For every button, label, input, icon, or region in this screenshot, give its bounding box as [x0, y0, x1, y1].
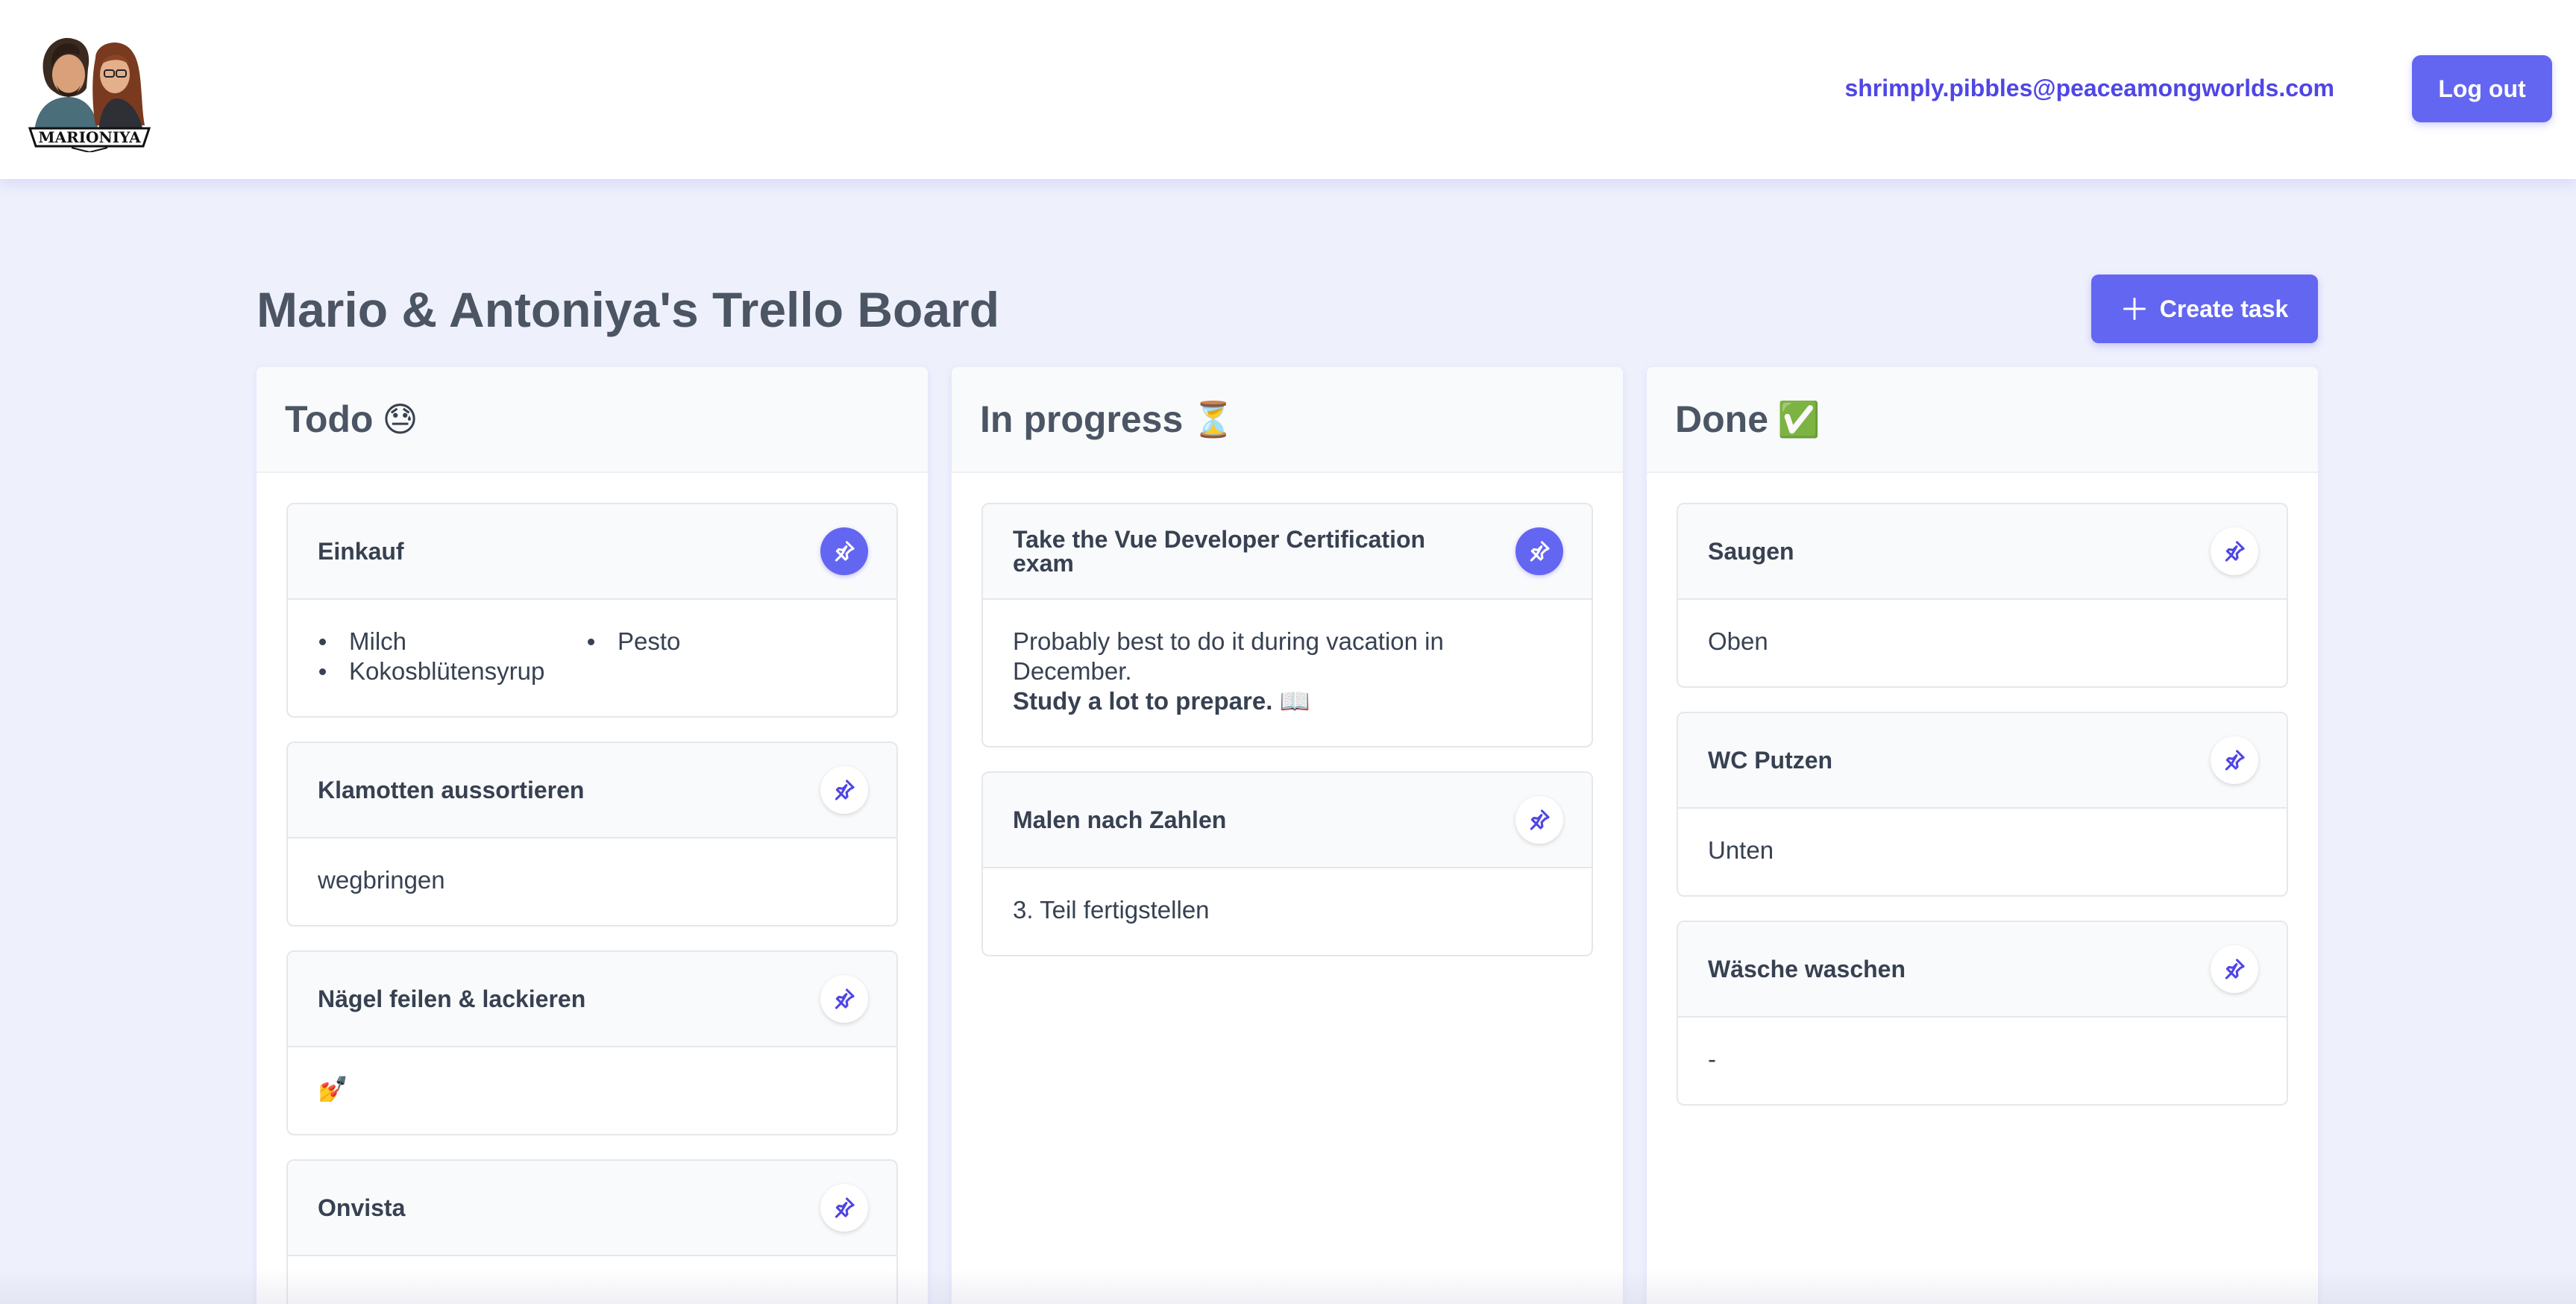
board-title: Mario & Antoniya's Trello Board — [257, 282, 1000, 337]
marioniya-logo[interactable]: MARIONIYA — [27, 19, 152, 152]
shopping-list: Milch Pesto Kokosblütensyrup — [318, 627, 867, 686]
card-header: Wäsche waschen — [1678, 922, 2287, 1018]
pin-icon — [1530, 809, 1550, 830]
bold-text: Study a lot to prepare. 📖 — [1013, 687, 1310, 715]
pin-icon — [2225, 750, 2245, 771]
task-card[interactable]: Saugen Oben — [1677, 503, 2288, 688]
card-description: Probably best to do it during vacation i… — [1013, 627, 1444, 685]
plus-icon — [2123, 298, 2146, 320]
pin-button[interactable] — [2211, 945, 2258, 993]
task-card[interactable]: Nägel feilen & lackieren 💅 — [286, 950, 898, 1135]
card-list: Einkauf Milch Pesto Kokosblütensyrup Kla… — [257, 473, 928, 1304]
card-header: Onvista — [288, 1161, 896, 1256]
card-description: Unten — [1708, 836, 1774, 864]
pin-button[interactable] — [820, 527, 868, 575]
pin-icon — [2225, 541, 2245, 562]
column-emoji: ✅ — [1777, 398, 1821, 439]
task-card[interactable]: Onvista — [286, 1159, 898, 1304]
pin-button[interactable] — [2211, 736, 2258, 784]
create-task-button[interactable]: Create task — [2091, 275, 2318, 343]
pin-button[interactable] — [1515, 527, 1563, 575]
card-description: 💅 — [318, 1074, 349, 1103]
task-card[interactable]: Klamotten aussortieren wegbringen — [286, 742, 898, 927]
list-item: Kokosblütensyrup — [318, 656, 586, 686]
card-description: 3. Teil fertigstellen — [1013, 896, 1210, 924]
card-body: - — [1678, 1018, 2287, 1104]
card-description: - — [1708, 1045, 1716, 1073]
create-task-label: Create task — [2159, 295, 2289, 322]
logo-text: MARIONIYA — [38, 128, 141, 146]
card-list: Take the Vue Developer Certification exa… — [952, 473, 1623, 956]
column-title: Todo — [285, 398, 374, 440]
column-title: Done — [1675, 398, 1768, 440]
card-body: Unten — [1678, 809, 2287, 895]
column-title: In progress — [980, 398, 1184, 440]
pin-icon — [835, 1197, 855, 1218]
card-title: Einkauf — [318, 538, 404, 565]
card-header: WC Putzen — [1678, 713, 2287, 809]
column-todo: Todo 😓 Einkauf Milch Pesto Kokosblütensy… — [257, 367, 928, 1304]
card-title: Onvista — [318, 1194, 406, 1221]
card-title: Klamotten aussortieren — [318, 777, 585, 803]
card-body: 💅 — [288, 1047, 896, 1134]
card-title: Saugen — [1708, 538, 1794, 565]
card-header: Klamotten aussortieren — [288, 743, 896, 838]
task-card[interactable]: WC Putzen Unten — [1677, 712, 2288, 897]
pin-button[interactable] — [820, 975, 868, 1023]
card-body: 3. Teil fertigstellen — [983, 868, 1592, 955]
card-body: Probably best to do it during vacation i… — [983, 600, 1592, 746]
task-card[interactable]: Malen nach Zahlen 3. Teil fertigstellen — [981, 771, 1593, 956]
list-item: Pesto — [586, 627, 810, 656]
column-in-progress: In progress ⏳ Take the Vue Developer Cer… — [952, 367, 1623, 1304]
user-email: shrimply.pibbles@peaceamongworlds.com — [1844, 75, 2334, 101]
card-header: Take the Vue Developer Certification exa… — [983, 504, 1592, 600]
card-body: Oben — [1678, 600, 2287, 686]
column-emoji: 😓 — [382, 399, 418, 439]
card-header: Malen nach Zahlen — [983, 773, 1592, 868]
task-card[interactable]: Einkauf Milch Pesto Kokosblütensyrup — [286, 503, 898, 718]
task-card[interactable]: Wäsche waschen - — [1677, 921, 2288, 1106]
card-list: Saugen Oben WC Putzen Unten Wäsche wasch… — [1647, 473, 2318, 1106]
card-description-bold: Study a lot to prepare. 📖 — [1013, 686, 1562, 716]
pin-button[interactable] — [1515, 796, 1563, 844]
card-title: Malen nach Zahlen — [1013, 806, 1227, 833]
card-title: Wäsche waschen — [1708, 956, 1906, 982]
pin-icon — [1530, 541, 1550, 562]
card-body: wegbringen — [288, 838, 896, 925]
column-header: Todo 😓 — [257, 367, 928, 473]
card-title: WC Putzen — [1708, 747, 1833, 774]
card-description: Oben — [1708, 627, 1768, 655]
list-item: Milch — [318, 627, 586, 656]
pin-icon — [835, 780, 855, 800]
card-header: Einkauf — [288, 504, 896, 600]
card-description: wegbringen — [318, 866, 445, 894]
card-header: Nägel feilen & lackieren — [288, 952, 896, 1047]
pin-icon — [2225, 959, 2245, 979]
card-body: Milch Pesto Kokosblütensyrup — [288, 600, 896, 716]
pin-icon — [835, 541, 855, 562]
card-title: Nägel feilen & lackieren — [318, 985, 586, 1012]
pin-button[interactable] — [820, 766, 868, 814]
top-navigation-bar: MARIONIYA shrimply.pibbles@peaceamongwor… — [0, 0, 2576, 179]
card-header: Saugen — [1678, 504, 2287, 600]
column-header: In progress ⏳ — [952, 367, 1623, 473]
pin-button[interactable] — [2211, 527, 2258, 575]
card-title: Take the Vue Developer Certification exa… — [1013, 526, 1426, 577]
pin-icon — [835, 988, 855, 1009]
card-body — [288, 1256, 896, 1304]
column-done: Done ✅ Saugen Oben WC Putzen Unten Wäsch… — [1647, 367, 2318, 1304]
logout-button[interactable]: Log out — [2412, 55, 2552, 122]
pin-button[interactable] — [820, 1184, 868, 1232]
task-card[interactable]: Take the Vue Developer Certification exa… — [981, 503, 1593, 747]
column-header: Done ✅ — [1647, 367, 2318, 473]
column-emoji: ⏳ — [1192, 398, 1235, 439]
